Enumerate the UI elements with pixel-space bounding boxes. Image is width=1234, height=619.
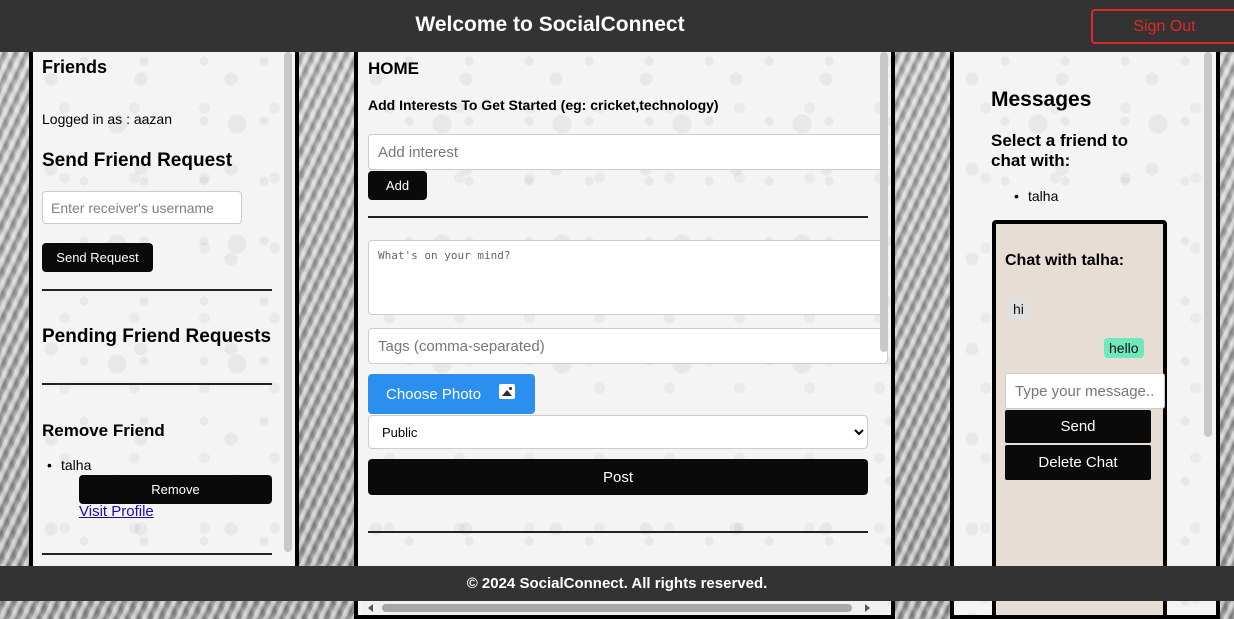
image-icon [499,384,515,399]
incoming-message: hi [1007,299,1030,319]
send-request-button[interactable]: Send Request [42,243,153,272]
copyright-text: © 2024 SocialConnect. All rights reserve… [466,575,768,592]
choose-photo-button[interactable]: Choose Photo [368,374,535,414]
post-content-input[interactable] [368,240,888,315]
receiver-username-input[interactable] [42,191,242,224]
choose-photo-label: Choose Photo [386,385,482,403]
delete-chat-button[interactable]: Delete Chat [1005,445,1151,480]
scroll-right-icon[interactable] [865,604,870,612]
horizontal-scrollbar[interactable] [362,601,888,615]
visit-profile-link[interactable]: Visit Profile [79,503,154,520]
home-title: HOME [368,59,419,78]
divider [368,216,868,218]
select-friend-prompt: Select a friend to chat with: [991,131,1128,170]
vertical-scrollbar[interactable] [1204,52,1212,437]
home-feed-panel: HOME Add Interests To Get Started (eg: c… [354,52,895,619]
outgoing-message: hello [1104,338,1144,358]
post-button[interactable]: Post [368,459,868,495]
divider [368,531,868,533]
send-friend-request-title: Send Friend Request [42,150,233,171]
interests-prompt: Add Interests To Get Started (eg: cricke… [368,97,719,113]
footer: © 2024 SocialConnect. All rights reserve… [0,566,1234,601]
tags-input[interactable] [368,328,888,364]
chat-message-input[interactable] [1005,373,1165,409]
interest-input[interactable] [368,134,888,170]
send-message-button[interactable]: Send [1005,410,1151,443]
friend-list-item: talha [47,457,92,473]
horizontal-scroll-thumb[interactable] [382,604,852,612]
chat-friend-item[interactable]: talha [1014,188,1059,204]
logged-in-label: Logged in as : aazan [42,111,172,127]
remove-friend-title: Remove Friend [42,421,165,440]
vertical-scrollbar[interactable] [880,52,888,352]
friends-title: Friends [42,57,108,77]
divider [42,383,272,385]
sign-out-button[interactable]: Sign Out [1091,9,1234,44]
chat-title: Chat with talha: [1005,252,1125,269]
remove-friend-button[interactable]: Remove [79,475,272,504]
vertical-scrollbar[interactable] [284,52,292,552]
messages-panel: Messages Select a friend to chat with: t… [950,52,1220,619]
add-interest-button[interactable]: Add [368,171,427,200]
page-title: Welcome to SocialConnect [415,13,685,36]
divider [42,289,272,291]
chat-window: Chat with talha: hi hello Send Delete Ch… [992,220,1167,615]
scroll-left-icon[interactable] [368,604,373,612]
friends-panel: Friends Logged in as : aazan Send Friend… [29,52,299,572]
messages-title: Messages [991,88,1092,111]
top-bar: Welcome to SocialConnect Sign Out [0,0,1234,52]
pending-requests-title: Pending Friend Requests [42,326,272,347]
divider [42,553,272,555]
visibility-select[interactable]: Public [368,415,868,449]
